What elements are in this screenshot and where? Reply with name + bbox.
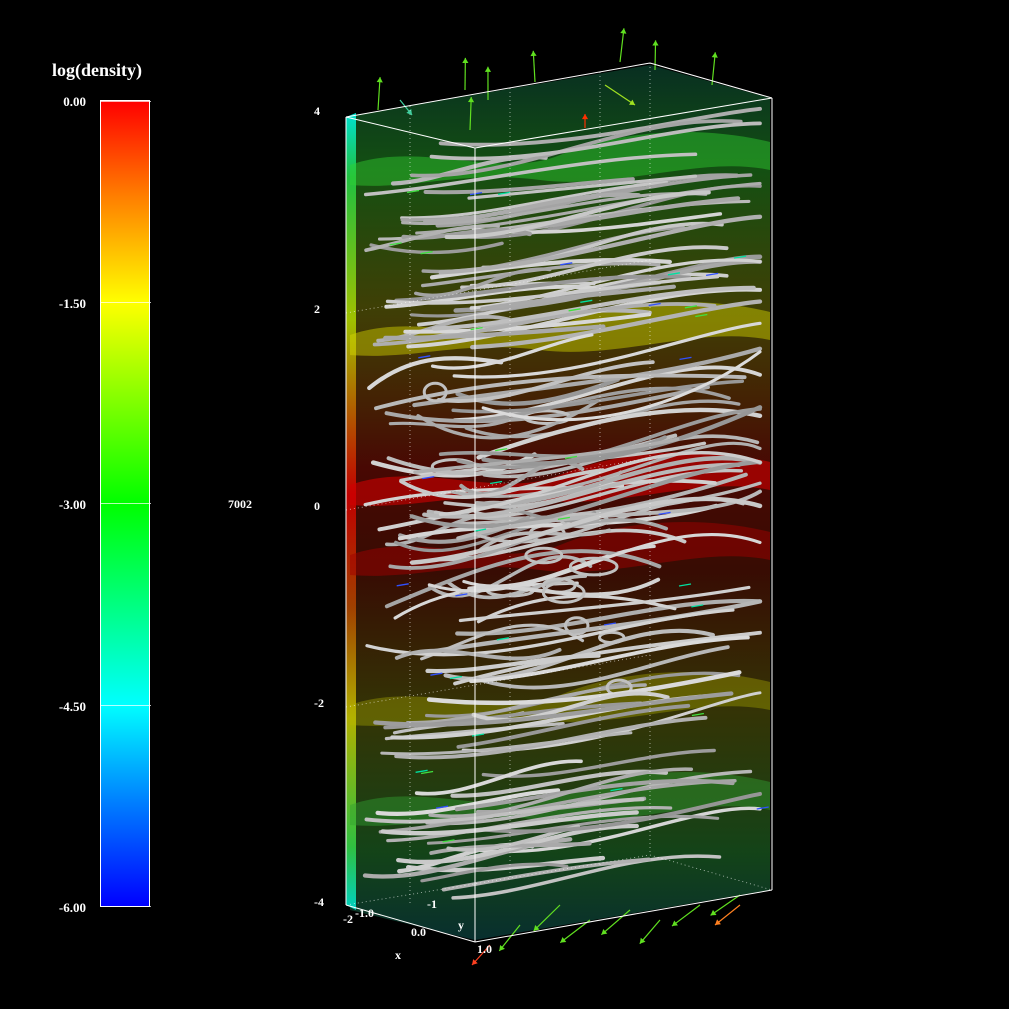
z-tick-label: -4 <box>314 895 324 909</box>
volume-left-face <box>346 113 356 910</box>
velocity-arrowhead <box>620 28 627 34</box>
volume-render-scene <box>345 28 773 966</box>
velocity-arrowhead <box>560 937 567 943</box>
z-tick-label: 2 <box>314 302 320 316</box>
z-tick-label: -2 <box>314 696 324 710</box>
x-tick-label: 1.0 <box>477 942 492 956</box>
y-axis-label: y <box>458 918 464 932</box>
velocity-arrowhead <box>652 40 659 46</box>
y-tick-label: -2 <box>343 912 353 926</box>
velocity-arrowhead <box>484 66 492 72</box>
velocity-arrowhead <box>710 909 717 916</box>
velocity-arrowhead <box>711 52 718 58</box>
velocity-arrowhead <box>671 920 678 927</box>
z-tick-label: 0 <box>314 499 320 513</box>
x-tick-label: 0.0 <box>411 925 426 939</box>
velocity-arrowhead <box>462 57 469 64</box>
x-axis-label: x <box>395 948 401 962</box>
velocity-arrowhead <box>530 50 537 57</box>
velocity-arrowhead <box>376 77 383 83</box>
y-tick-label: -1 <box>427 897 437 911</box>
velocity-arrow <box>671 904 701 927</box>
x-tick-label: -1.0 <box>355 906 374 920</box>
z-tick-label: 4 <box>314 104 320 118</box>
